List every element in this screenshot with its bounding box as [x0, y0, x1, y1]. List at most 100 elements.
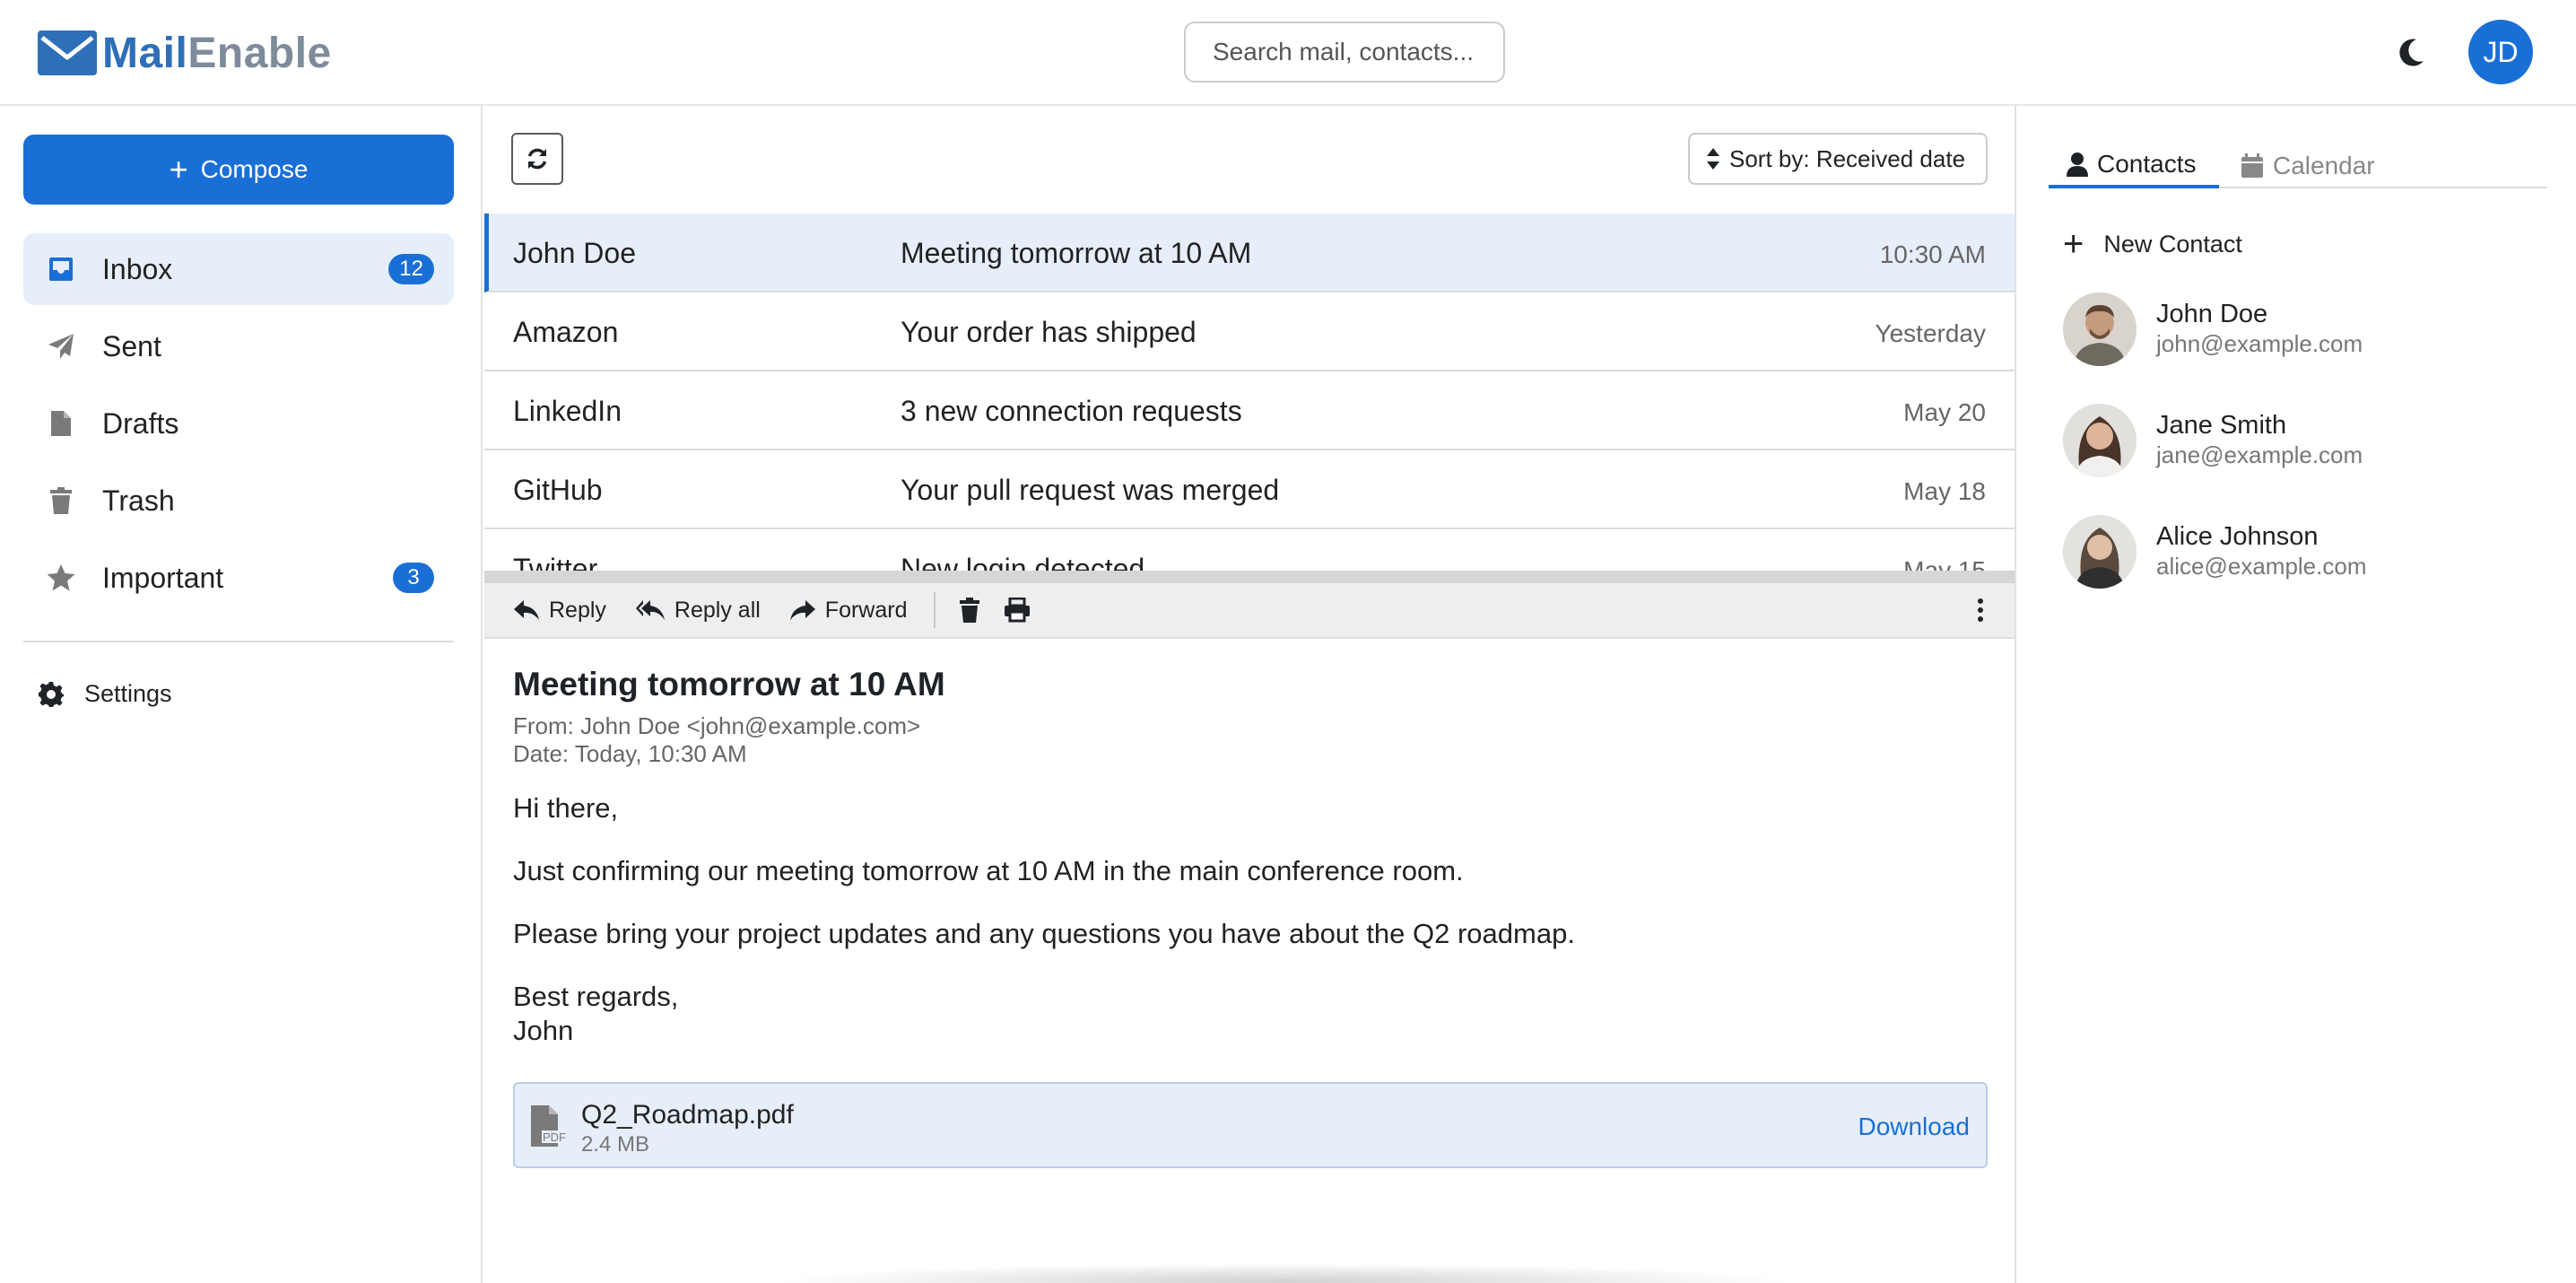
message-subject: Your pull request was merged — [901, 474, 1280, 506]
sidebar-item-sent[interactable]: Sent — [23, 310, 454, 382]
logo-text-mail: Mail — [102, 29, 188, 77]
user-icon — [2067, 153, 2088, 177]
message-from: From: John Doe <john@example.com> — [513, 712, 921, 739]
top-header: MailEnable JD — [0, 0, 2576, 106]
contact-avatar — [2063, 404, 2137, 477]
trash-icon — [960, 598, 980, 623]
download-link[interactable]: Download — [1858, 1113, 1970, 1141]
message-row[interactable]: Amazon Your order has shipped Yesterday — [484, 292, 2015, 371]
mail-pane: Sort by: Received date John Doe Meeting … — [484, 106, 2015, 1283]
sidebar-item-inbox[interactable]: Inbox 12 — [23, 233, 454, 305]
message-view: Meeting tomorrow at 10 AM From: John Doe… — [513, 666, 1988, 1077]
more-vertical-icon — [1978, 598, 1983, 622]
right-panel-tabs: Contacts Calendar — [2049, 144, 2547, 188]
refresh-button[interactable] — [511, 133, 563, 185]
tab-label: Calendar — [2273, 152, 2375, 179]
forward-icon — [789, 600, 815, 620]
contact-item[interactable]: Alice Johnson alice@example.com — [2063, 515, 2547, 590]
sidebar-item-important[interactable]: Important 3 — [23, 542, 454, 614]
message-date: Date: Today, 10:30 AM — [513, 740, 747, 767]
message-meta: From: John Doe <john@example.com> Date: … — [513, 712, 1988, 768]
reply-all-icon — [635, 600, 665, 620]
contact-email: alice@example.com — [2156, 553, 2367, 580]
plus-icon: + — [2063, 224, 2084, 264]
toolbar-divider — [934, 592, 936, 628]
gear-icon — [39, 681, 64, 707]
contact-item[interactable]: Jane Smith jane@example.com — [2063, 404, 2547, 479]
star-icon — [45, 562, 77, 594]
message-title: Meeting tomorrow at 10 AM — [513, 666, 945, 703]
unread-count-badge: 12 — [388, 254, 434, 284]
plus-icon: + — [169, 151, 188, 188]
settings-label: Settings — [84, 680, 172, 707]
calendar-icon — [2241, 153, 2263, 178]
reply-button[interactable]: Reply — [513, 598, 606, 624]
sidebar-item-label: Drafts — [102, 406, 179, 440]
sidebar: + Compose Inbox 12 Sent Drafts Trash Imp… — [0, 106, 483, 1283]
message-time: Yesterday — [1875, 319, 1987, 347]
contact-name: Jane Smith — [2156, 411, 2287, 440]
app-name: MailEnable — [102, 29, 332, 78]
more-options-button[interactable] — [1977, 598, 1984, 627]
user-avatar[interactable]: JD — [2468, 20, 2533, 84]
svg-text:PDF: PDF — [543, 1130, 566, 1144]
pane-resize-handle[interactable] — [484, 571, 2015, 583]
moon-icon[interactable] — [2393, 34, 2429, 70]
sidebar-item-label: Sent — [102, 329, 161, 362]
tab-label: Contacts — [2097, 150, 2197, 178]
message-time: May 20 — [1903, 398, 1986, 426]
pdf-file-icon: PDF — [531, 1105, 569, 1147]
reply-icon — [514, 600, 539, 620]
sort-label: Sort by: Received date — [1729, 144, 1966, 172]
message-time: May 18 — [1903, 477, 1986, 505]
message-row[interactable]: John Doe Meeting tomorrow at 10 AM 10:30… — [484, 214, 2015, 292]
sidebar-item-label: Important — [102, 561, 224, 594]
paper-plane-icon — [45, 330, 77, 362]
logo-text-enable: Enable — [187, 29, 332, 77]
new-contact-label: New Contact — [2103, 230, 2242, 257]
sort-icon — [1707, 148, 1719, 170]
forward-button[interactable]: Forward — [789, 598, 907, 624]
message-row[interactable]: Twitter New login detected May 15 — [484, 529, 2015, 572]
delete-button[interactable] — [959, 598, 980, 623]
message-toolbar: Reply Reply all Forward — [484, 583, 2015, 639]
search-input[interactable] — [1184, 22, 1505, 83]
right-panel: Contacts Calendar + New Contact John Doe… — [2015, 106, 2576, 1283]
compose-button[interactable]: + Compose — [23, 135, 454, 205]
message-body: Hi there, Just confirming our meeting to… — [513, 791, 1988, 1048]
contact-item[interactable]: John Doe john@example.com — [2063, 292, 2547, 368]
sidebar-item-trash[interactable]: Trash — [23, 465, 454, 537]
message-sender: GitHub — [513, 474, 603, 506]
body-paragraph: Just confirming our meeting tomorrow at … — [513, 855, 1464, 886]
reply-label: Reply — [549, 597, 606, 623]
tab-calendar[interactable]: Calendar — [2241, 144, 2375, 188]
envelope-icon — [38, 31, 97, 75]
sidebar-item-label: Trash — [102, 484, 175, 517]
contact-avatar — [2063, 515, 2137, 589]
message-sender: Twitter — [513, 553, 598, 572]
signature: John — [513, 1015, 574, 1046]
body-closing: Best regards, John — [513, 980, 1988, 1048]
compose-label: Compose — [200, 155, 309, 183]
sort-dropdown[interactable]: Sort by: Received date — [1688, 133, 1988, 185]
message-sender: LinkedIn — [513, 395, 622, 427]
reply-all-button[interactable]: Reply all — [635, 598, 761, 624]
app-logo[interactable]: MailEnable — [38, 27, 332, 79]
tab-contacts[interactable]: Contacts — [2049, 144, 2219, 188]
attachment-name: Q2_Roadmap.pdf — [581, 1100, 794, 1130]
message-row[interactable]: GitHub Your pull request was merged May … — [484, 450, 2015, 529]
settings-link[interactable]: Settings — [38, 680, 172, 708]
message-time: 10:30 AM — [1879, 240, 1986, 268]
trash-icon — [45, 484, 77, 517]
message-subject: Your order has shipped — [901, 316, 1197, 348]
message-row[interactable]: LinkedIn 3 new connection requests May 2… — [484, 371, 2015, 450]
message-subject: Meeting tomorrow at 10 AM — [901, 237, 1252, 269]
new-contact-button[interactable]: + New Contact — [2063, 226, 2242, 262]
contact-name: Alice Johnson — [2156, 522, 2319, 551]
sidebar-item-drafts[interactable]: Drafts — [23, 388, 454, 459]
message-subject: 3 new connection requests — [901, 395, 1242, 427]
inbox-icon — [45, 253, 77, 285]
print-button[interactable] — [1004, 598, 1031, 623]
refresh-icon — [527, 148, 547, 170]
contact-avatar — [2063, 292, 2137, 366]
